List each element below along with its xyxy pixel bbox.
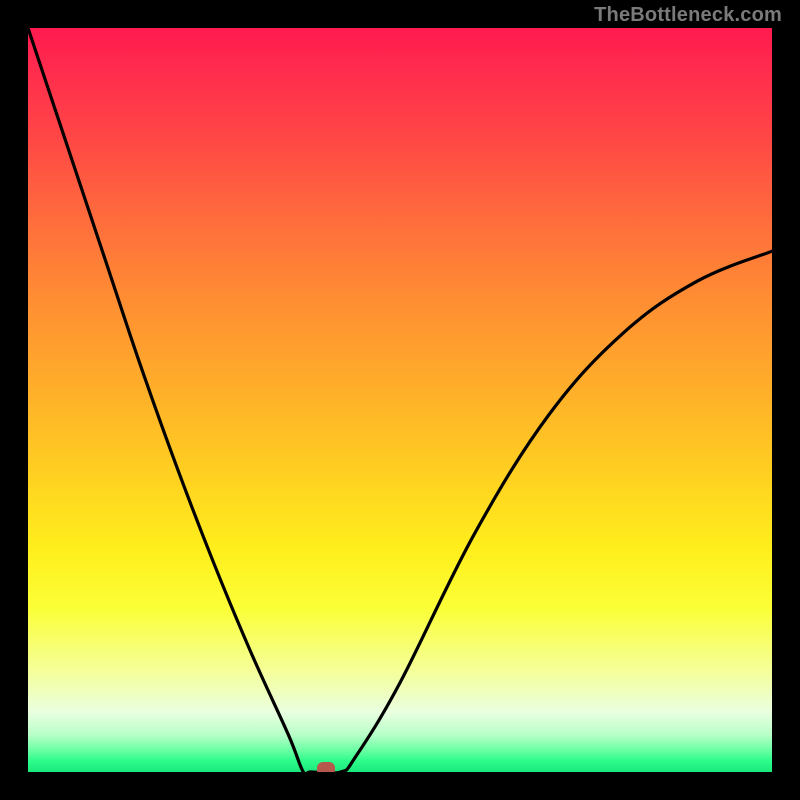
curve-svg bbox=[28, 28, 772, 772]
watermark-text: TheBottleneck.com bbox=[594, 4, 782, 27]
chart-frame: TheBottleneck.com bbox=[0, 0, 800, 800]
minimum-marker bbox=[317, 762, 335, 772]
plot-area bbox=[28, 28, 772, 772]
bottleneck-curve-path bbox=[28, 28, 772, 772]
